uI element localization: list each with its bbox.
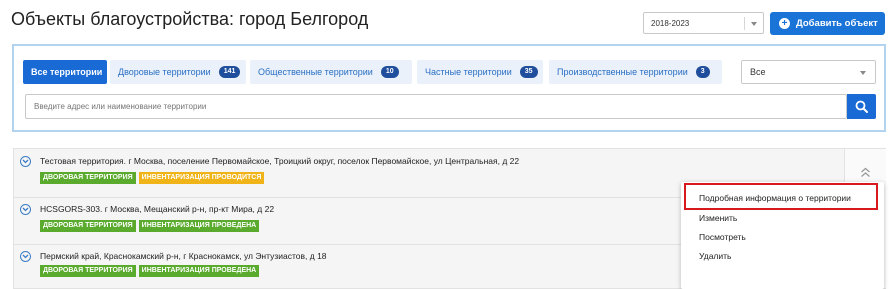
search-input[interactable] [25, 94, 847, 119]
chevron-down-icon [860, 71, 866, 75]
expand-toggle-icon[interactable] [20, 156, 31, 167]
object-address[interactable]: HCSGORS-303. г Москва, Мещанский р-н, пр… [40, 204, 274, 214]
object-badges: ДВОРОВАЯ ТЕРРИТОРИЯ ИНВЕНТАРИЗАЦИЯ ПРОВЕ… [40, 220, 260, 232]
expand-toggle-icon[interactable] [20, 251, 31, 262]
menu-item-delete[interactable]: Удалить [699, 251, 731, 261]
tab-label: Все территории [31, 67, 103, 77]
inventory-status-badge: ИНВЕНТАРИЗАЦИЯ ПРОВЕДЕНА [138, 265, 260, 277]
object-address[interactable]: Пермский край, Краснокамский р-н, г Крас… [40, 251, 327, 261]
tab-label: Производственные территории [557, 67, 688, 77]
tab-label: Общественные территории [258, 67, 373, 77]
tab-private[interactable]: Частные территории 35 [417, 60, 543, 84]
tab-count-badge: 141 [218, 66, 241, 78]
inventory-status-badge: ИНВЕНТАРИЗАЦИЯ ПРОВЕДЕНА [138, 220, 260, 232]
expand-toggle-icon[interactable] [20, 204, 31, 215]
tab-industrial[interactable]: Производственные территории 3 [549, 60, 722, 84]
plus-icon: + [779, 18, 790, 29]
tab-count-badge: 3 [695, 66, 710, 78]
object-address[interactable]: Тестовая территория. г Москва, поселение… [40, 156, 519, 166]
territory-type-badge: ДВОРОВАЯ ТЕРРИТОРИЯ [40, 220, 136, 232]
highlight-frame [684, 183, 878, 210]
menu-item-view[interactable]: Посмотреть [699, 232, 746, 242]
chevron-down-icon [751, 22, 757, 26]
tab-count-badge: 10 [380, 66, 399, 78]
menu-item-edit[interactable]: Изменить [699, 213, 737, 223]
object-badges: ДВОРОВАЯ ТЕРРИТОРИЯ ИНВЕНТАРИЗАЦИЯ ПРОВО… [40, 172, 265, 184]
territory-type-badge: ДВОРОВАЯ ТЕРРИТОРИЯ [40, 172, 136, 184]
tab-all[interactable]: Все территории [23, 60, 107, 84]
select-divider [744, 17, 745, 30]
double-chevron-up-icon[interactable] [860, 167, 871, 178]
tab-label: Частные территории [425, 67, 512, 77]
year-select-value: 2018-2023 [651, 18, 690, 28]
search-button[interactable] [847, 94, 876, 119]
object-badges: ДВОРОВАЯ ТЕРРИТОРИЯ ИНВЕНТАРИЗАЦИЯ ПРОВЕ… [40, 265, 260, 277]
search-icon [855, 100, 868, 113]
tab-public[interactable]: Общественные территории 10 [250, 60, 412, 84]
add-object-label: Добавить объект [796, 18, 878, 29]
tab-label: Дворовые территории [118, 67, 211, 77]
year-select[interactable]: 2018-2023 [643, 12, 764, 34]
territory-type-select[interactable]: Все [741, 60, 876, 84]
territory-type-badge: ДВОРОВАЯ ТЕРРИТОРИЯ [40, 265, 136, 277]
tab-count-badge: 35 [519, 66, 538, 78]
tab-courtyard[interactable]: Дворовые территории 141 [110, 60, 246, 84]
page-title: Объекты благоустройства: город Белгород [11, 9, 369, 29]
territory-type-value: Все [750, 67, 766, 77]
filter-panel: Все территории Дворовые территории 141 О… [12, 44, 886, 132]
add-object-button[interactable]: + Добавить объект [770, 12, 885, 35]
inventory-status-badge: ИНВЕНТАРИЗАЦИЯ ПРОВОДИТСЯ [138, 172, 265, 184]
